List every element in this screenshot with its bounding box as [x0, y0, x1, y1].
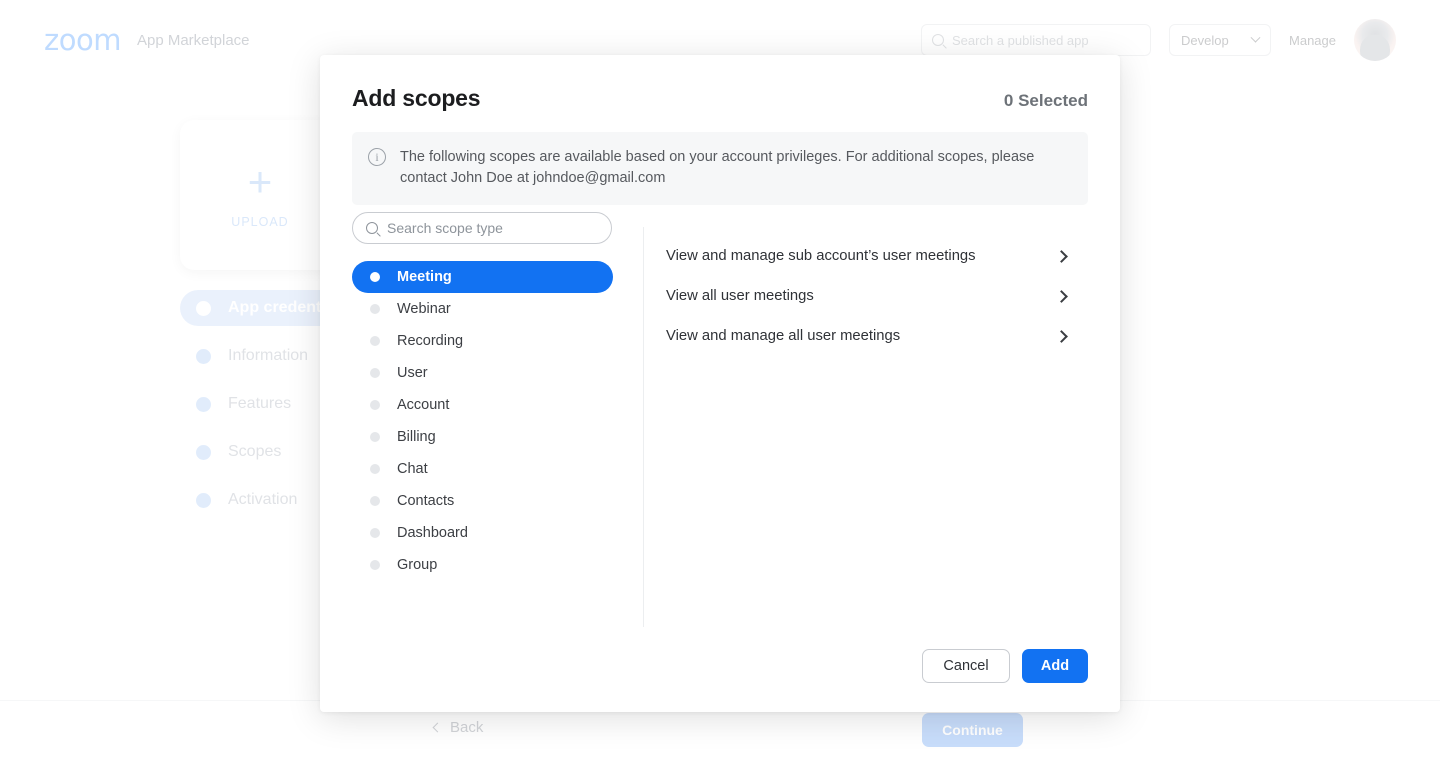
radio-dot-icon — [370, 464, 380, 474]
radio-dot-icon — [370, 336, 380, 346]
radio-dot-icon — [370, 400, 380, 410]
info-banner: i The following scopes are available bas… — [352, 132, 1088, 205]
step-dot-icon — [196, 397, 211, 412]
search-icon — [366, 222, 378, 234]
scope-type-dashboard[interactable]: Dashboard — [352, 517, 613, 549]
scope-type-search-input[interactable]: Search scope type — [352, 212, 612, 244]
app-marketplace-label: App Marketplace — [137, 32, 250, 49]
scope-type-label: Meeting — [397, 269, 452, 285]
scope-row-sub-account-user-meetings[interactable]: View and manage sub account’s user meeti… — [666, 236, 1088, 276]
info-icon: i — [368, 148, 386, 166]
sidebar-item-label: Scopes — [228, 443, 281, 461]
published-app-search-input[interactable]: Search a published app — [921, 24, 1151, 56]
scope-type-contacts[interactable]: Contacts — [352, 485, 613, 517]
chevron-right-icon — [1055, 330, 1068, 343]
scope-type-label: Dashboard — [397, 525, 468, 541]
radio-dot-icon — [370, 272, 380, 282]
dialog-header: Add scopes 0 Selected — [352, 55, 1088, 112]
develop-dropdown[interactable]: Develop — [1169, 24, 1271, 56]
chevron-left-icon — [433, 723, 443, 733]
scope-row-label: View all user meetings — [666, 288, 814, 304]
add-button[interactable]: Add — [1022, 649, 1088, 683]
search-icon — [932, 34, 944, 46]
published-app-search-placeholder: Search a published app — [952, 33, 1089, 48]
radio-dot-icon — [370, 368, 380, 378]
radio-dot-icon — [370, 528, 380, 538]
scope-type-label: Webinar — [397, 301, 451, 317]
radio-dot-icon — [370, 496, 380, 506]
page-title: Add scopes — [352, 85, 480, 112]
scope-type-search-placeholder: Search scope type — [387, 220, 503, 236]
step-dot-icon — [196, 301, 211, 316]
sidebar-item-label: Features — [228, 395, 291, 413]
scope-type-meeting[interactable]: Meeting — [352, 261, 613, 293]
back-button-label: Back — [450, 719, 483, 736]
scope-type-label: Account — [397, 397, 449, 413]
chevron-right-icon — [1055, 290, 1068, 303]
scope-type-label: Group — [397, 557, 437, 573]
sidebar-item-label: Activation — [228, 491, 297, 509]
scope-type-billing[interactable]: Billing — [352, 421, 613, 453]
zoom-logo[interactable]: zoom — [44, 23, 121, 57]
scope-row-view-all-user-meetings[interactable]: View all user meetings — [666, 276, 1088, 316]
scope-type-label: User — [397, 365, 428, 381]
back-button[interactable]: Back — [434, 719, 483, 736]
scope-type-group[interactable]: Group — [352, 549, 613, 581]
selected-count-badge: 0 Selected — [1004, 91, 1088, 111]
sidebar-item-label: Information — [228, 347, 308, 365]
manage-link[interactable]: Manage — [1289, 33, 1336, 48]
continue-button[interactable]: Continue — [922, 713, 1023, 747]
scope-type-label: Recording — [397, 333, 463, 349]
scope-type-label: Chat — [397, 461, 428, 477]
cancel-button[interactable]: Cancel — [922, 649, 1010, 683]
scope-type-user[interactable]: User — [352, 357, 613, 389]
radio-dot-icon — [370, 304, 380, 314]
upload-app-logo-card[interactable]: + UPLOAD — [180, 120, 340, 270]
radio-dot-icon — [370, 560, 380, 570]
scope-row-manage-all-user-meetings[interactable]: View and manage all user meetings — [666, 316, 1088, 356]
info-banner-text: The following scopes are available based… — [400, 147, 1060, 189]
scope-type-recording[interactable]: Recording — [352, 325, 613, 357]
step-dot-icon — [196, 493, 211, 508]
dialog-footer: Cancel Add — [922, 649, 1088, 683]
chevron-down-icon — [1251, 32, 1261, 42]
dialog-body: Search scope type Meeting Webinar Record… — [352, 227, 1088, 627]
scope-type-label: Billing — [397, 429, 436, 445]
scope-row-label: View and manage all user meetings — [666, 328, 900, 344]
scope-row-label: View and manage sub account’s user meeti… — [666, 248, 976, 264]
radio-dot-icon — [370, 432, 380, 442]
scope-type-webinar[interactable]: Webinar — [352, 293, 613, 325]
add-scopes-dialog: Add scopes 0 Selected i The following sc… — [320, 55, 1120, 712]
develop-dropdown-label: Develop — [1181, 33, 1229, 48]
user-avatar[interactable] — [1354, 19, 1396, 61]
scope-type-account[interactable]: Account — [352, 389, 613, 421]
scope-type-list: Meeting Webinar Recording User Account — [352, 261, 613, 581]
scope-type-pane: Search scope type Meeting Webinar Record… — [352, 227, 644, 627]
plus-icon: + — [248, 161, 273, 203]
step-dot-icon — [196, 349, 211, 364]
scope-type-chat[interactable]: Chat — [352, 453, 613, 485]
upload-label: UPLOAD — [231, 215, 288, 229]
scope-detail-pane: View and manage sub account’s user meeti… — [644, 227, 1088, 627]
scope-type-label: Contacts — [397, 493, 454, 509]
chevron-right-icon — [1055, 250, 1068, 263]
step-dot-icon — [196, 445, 211, 460]
